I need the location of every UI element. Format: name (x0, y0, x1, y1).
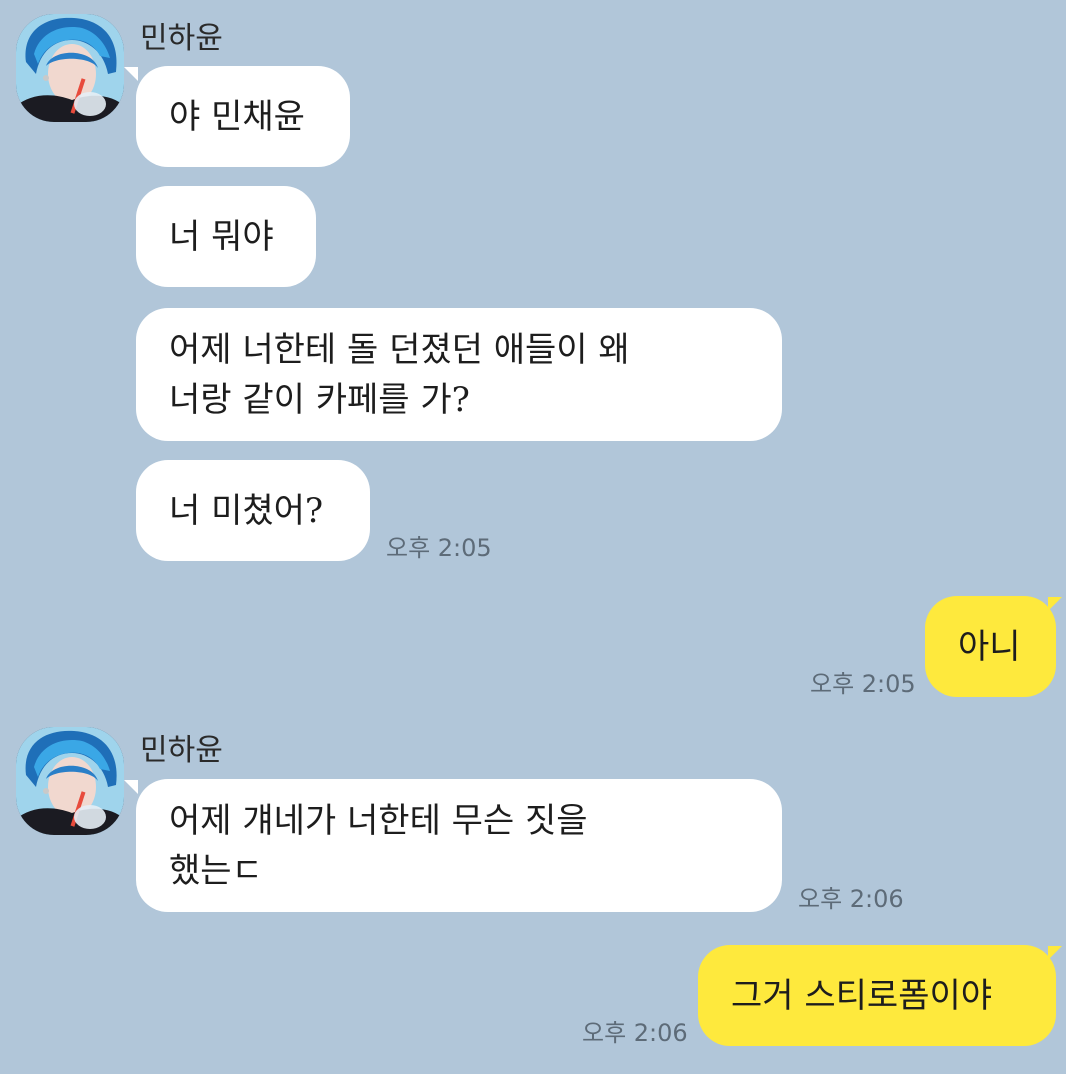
message-timestamp: 오후 2:06 (798, 885, 904, 913)
sender-avatar[interactable] (16, 727, 124, 835)
message-bubble[interactable]: 그거 스티로폼이야 (698, 945, 1056, 1046)
message-bubble[interactable]: 아니 (925, 596, 1056, 697)
bubble-tail (1048, 946, 1062, 960)
bubble-tail (124, 780, 138, 794)
message-text: 아니 (958, 627, 1021, 667)
message-text: 어제 너한테 돌 던졌던 애들이 왜 너랑 같이 카페를 가? (169, 330, 630, 420)
sender-name: 민하윤 (140, 733, 223, 768)
avatar-photo-icon (16, 727, 124, 835)
message-text: 어제 걔네가 너한테 무슨 짓을 했는ㄷ (169, 801, 588, 891)
message-timestamp: 오후 2:05 (810, 670, 916, 698)
message-timestamp: 오후 2:05 (386, 534, 492, 562)
sender-avatar[interactable] (16, 14, 124, 122)
message-bubble[interactable]: 너 뭐야 (136, 186, 316, 287)
message-bubble[interactable]: 야 민채윤 (136, 66, 350, 167)
message-text: 너 뭐야 (169, 217, 274, 257)
message-bubble[interactable]: 어제 너한테 돌 던졌던 애들이 왜 너랑 같이 카페를 가? (136, 308, 782, 441)
message-text: 그거 스티로폼이야 (731, 976, 993, 1016)
bubble-tail (124, 67, 138, 81)
message-bubble[interactable]: 너 미쳤어? (136, 460, 370, 561)
message-timestamp: 오후 2:06 (582, 1019, 688, 1047)
bubble-tail (1048, 597, 1062, 611)
message-text: 너 미쳤어? (169, 491, 324, 531)
message-text: 야 민채윤 (169, 97, 305, 137)
message-bubble[interactable]: 어제 걔네가 너한테 무슨 짓을 했는ㄷ (136, 779, 782, 912)
chat-room[interactable]: 민하윤 야 민채윤 너 뭐야 어제 너한테 돌 던졌던 애들이 왜 너랑 같이 … (0, 0, 1066, 1074)
avatar-photo-icon (16, 14, 124, 122)
sender-name: 민하윤 (140, 21, 223, 56)
